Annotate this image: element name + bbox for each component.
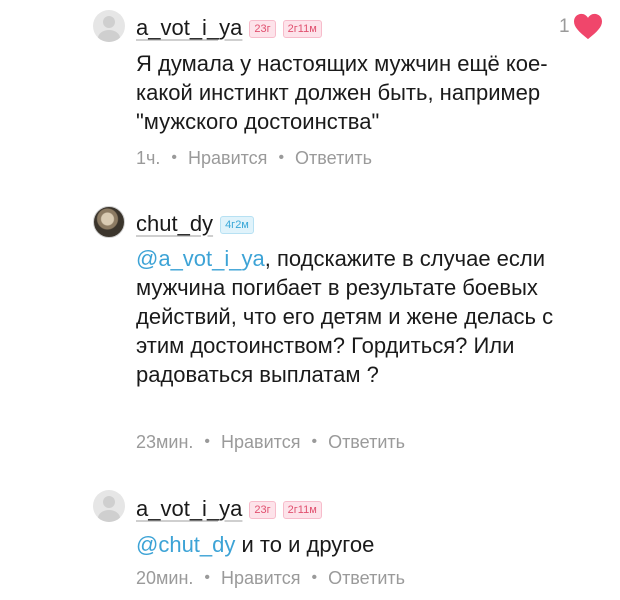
separator-dot: • <box>204 433 211 450</box>
comment-header: a_vot_i_ya 23г 2г11м <box>136 496 322 522</box>
comment-text: @a_vot_i_ya, подскажите в случае если му… <box>136 244 596 389</box>
comment-body: и то и другое <box>235 532 375 557</box>
separator-dot: • <box>311 569 318 586</box>
timestamp: 23мин. <box>136 432 194 452</box>
age-badge: 23г <box>249 501 276 519</box>
mention-link[interactable]: @a_vot_i_ya <box>136 246 265 271</box>
heart-icon[interactable] <box>573 13 603 41</box>
comment-header: a_vot_i_ya 23г 2г11м <box>136 15 322 41</box>
comment-meta: 20мин. • Нравится • Ответить <box>136 567 405 589</box>
separator-dot: • <box>171 149 177 166</box>
child-age-badge: 2г11м <box>282 501 322 519</box>
comment-text: @chut_dy и то и другое <box>136 530 596 559</box>
like-button[interactable]: Нравится <box>221 567 300 589</box>
like-button[interactable]: Нравится <box>221 431 300 453</box>
like-button[interactable]: Нравится <box>188 147 267 169</box>
user-avatar[interactable] <box>93 206 125 238</box>
username[interactable]: a_vot_i_ya <box>136 496 242 522</box>
separator-dot: • <box>204 569 211 586</box>
like-count: 1 <box>559 16 570 37</box>
age-badge: 23г <box>249 20 276 38</box>
comment-meta: 1ч. • Нравится • Ответить <box>136 147 372 169</box>
child-age-badge: 4г2м <box>220 216 254 234</box>
comment-header: chut_dy 4г2м <box>136 211 254 237</box>
default-avatar-icon[interactable] <box>93 10 125 42</box>
reply-button[interactable]: Ответить <box>295 147 372 169</box>
default-avatar-icon[interactable] <box>93 490 125 522</box>
comment-meta: 23мин. • Нравится • Ответить <box>136 431 405 453</box>
separator-dot: • <box>311 433 318 450</box>
child-age-badge: 2г11м <box>282 20 322 38</box>
comment-text: Я думала у настоящих мужчин ещё кое-како… <box>136 51 548 134</box>
timestamp: 1ч. <box>136 148 161 168</box>
reply-button[interactable]: Ответить <box>328 567 405 589</box>
mention-link[interactable]: @chut_dy <box>136 532 235 557</box>
username[interactable]: a_vot_i_ya <box>136 15 242 41</box>
timestamp: 20мин. <box>136 568 194 588</box>
username[interactable]: chut_dy <box>136 211 213 237</box>
reply-button[interactable]: Ответить <box>328 431 405 453</box>
separator-dot: • <box>278 149 285 166</box>
